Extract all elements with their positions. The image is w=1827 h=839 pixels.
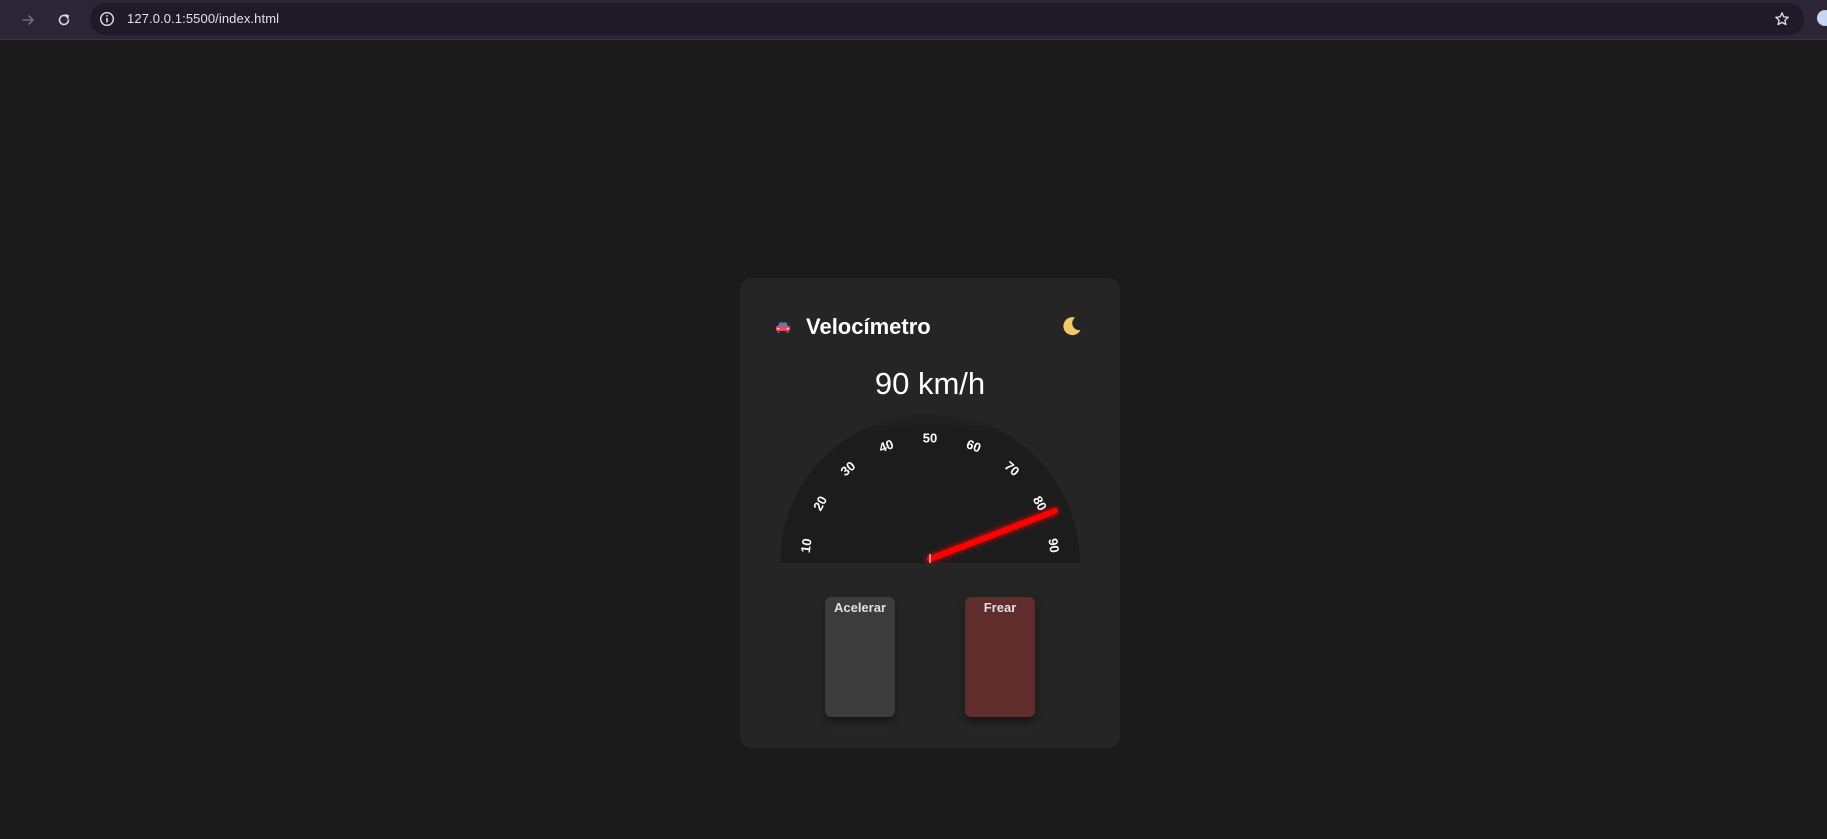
theme-toggle-button[interactable] — [1060, 314, 1084, 338]
page-title: Velocímetro — [806, 314, 931, 339]
star-icon — [1775, 12, 1789, 26]
brake-label: Frear — [983, 600, 1017, 615]
accelerate-button[interactable]: Acelerar — [825, 597, 895, 717]
url-text: 127.0.0.1:5500/index.html — [127, 11, 280, 26]
accelerate-label: Acelerar — [833, 600, 887, 615]
car-icon — [776, 322, 790, 333]
address-bar[interactable]: 127.0.0.1:5500/index.html — [90, 3, 1804, 35]
moon-icon — [1063, 317, 1081, 336]
gauge-tick-label: 50 — [923, 430, 937, 445]
gauge-tick-label: 10 — [798, 537, 815, 553]
gauge-tick-label: 90 — [1045, 537, 1062, 553]
card-header: Velocímetro — [774, 312, 931, 342]
back-button[interactable] — [14, 6, 42, 34]
info-icon — [99, 11, 115, 27]
browser-toolbar: 127.0.0.1:5500/index.html — [0, 0, 1827, 40]
speedometer-gauge: 10203040 50 60708090 — [780, 413, 1080, 563]
reload-button[interactable] — [50, 6, 78, 34]
reload-icon — [58, 14, 70, 26]
arrow-back-icon — [22, 15, 34, 25]
profile-avatar[interactable] — [1817, 10, 1827, 26]
speedometer-card: Velocímetro 90 km/h 10 20 30 40 50 60 70 80 90 A… — [740, 278, 1120, 748]
bookmark-button[interactable] — [1772, 9, 1792, 29]
speed-display: 90 km/h — [874, 366, 986, 401]
brake-button[interactable]: Frear — [965, 597, 1035, 717]
site-info-button[interactable] — [98, 10, 116, 28]
